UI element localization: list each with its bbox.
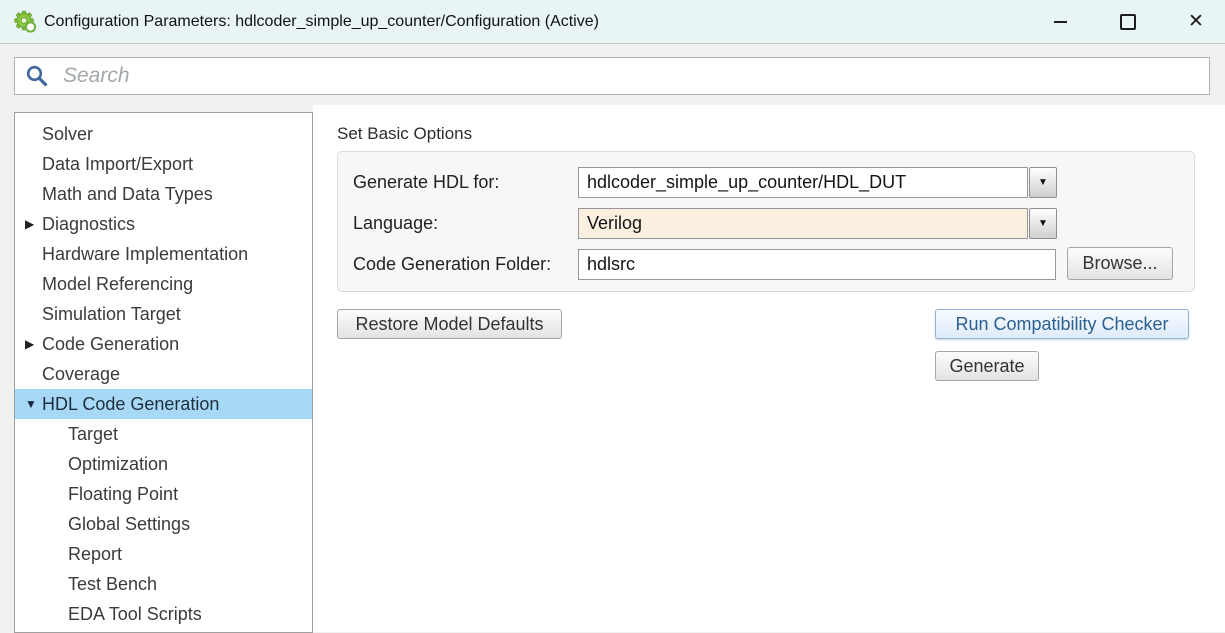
- category-tree: Solver Data Import/Export Math and Data …: [14, 112, 313, 633]
- sidebar-item-hdl-code-generation[interactable]: ▼ HDL Code Generation: [15, 389, 312, 419]
- code-generation-folder-input[interactable]: [578, 249, 1056, 280]
- sidebar-item-simulation-target[interactable]: Simulation Target: [15, 299, 312, 329]
- window-controls: ✕: [1015, 0, 1219, 43]
- configuration-gear-icon: [12, 9, 38, 35]
- generate-hdl-for-row: Generate HDL for: hdlcoder_simple_up_cou…: [338, 167, 1194, 198]
- code-generation-folder-row: Code Generation Folder: Browse...: [338, 249, 1194, 280]
- tree-collapsed-icon[interactable]: ▶: [25, 337, 42, 351]
- language-combobox[interactable]: Verilog: [578, 208, 1028, 239]
- page-title: Set Basic Options: [337, 124, 472, 144]
- sidebar-item-optimization[interactable]: Optimization: [15, 449, 312, 479]
- chevron-down-icon: ▼: [1038, 178, 1048, 188]
- title-bar: Configuration Parameters: hdlcoder_simpl…: [0, 0, 1225, 44]
- sidebar-item-global-settings[interactable]: Global Settings: [15, 509, 312, 539]
- generate-hdl-for-dropdown-button[interactable]: ▼: [1029, 167, 1057, 198]
- window-title: Configuration Parameters: hdlcoder_simpl…: [44, 0, 599, 43]
- sidebar-item-hardware-implementation[interactable]: Hardware Implementation: [15, 239, 312, 269]
- language-row: Language: Verilog ▼: [338, 208, 1194, 239]
- sidebar-item-model-referencing[interactable]: Model Referencing: [15, 269, 312, 299]
- sidebar-item-floating-point[interactable]: Floating Point: [15, 479, 312, 509]
- generate-hdl-for-combobox[interactable]: hdlcoder_simple_up_counter/HDL_DUT: [578, 167, 1028, 198]
- maximize-button[interactable]: [1105, 0, 1151, 43]
- basic-options-groupbox: Generate HDL for: hdlcoder_simple_up_cou…: [337, 151, 1195, 292]
- sidebar-item-solver[interactable]: Solver: [15, 119, 312, 149]
- close-icon: ✕: [1188, 12, 1204, 31]
- browse-button[interactable]: Browse...: [1067, 247, 1173, 280]
- sidebar-item-data-import-export[interactable]: Data Import/Export: [15, 149, 312, 179]
- generate-button[interactable]: Generate: [935, 351, 1039, 381]
- tree-collapsed-icon[interactable]: ▶: [25, 217, 42, 231]
- sidebar-item-test-bench[interactable]: Test Bench: [15, 569, 312, 599]
- search-input[interactable]: [14, 57, 1210, 95]
- search-bar: [14, 57, 1210, 95]
- code-generation-folder-label: Code Generation Folder:: [353, 249, 551, 280]
- generate-hdl-for-label: Generate HDL for:: [353, 167, 499, 198]
- maximize-icon: [1120, 14, 1136, 30]
- minimize-button[interactable]: [1037, 0, 1083, 43]
- run-compatibility-checker-button[interactable]: Run Compatibility Checker: [935, 309, 1189, 339]
- sidebar-item-report[interactable]: Report: [15, 539, 312, 569]
- sidebar-item-math-and-data-types[interactable]: Math and Data Types: [15, 179, 312, 209]
- close-button[interactable]: ✕: [1173, 0, 1219, 43]
- minimize-icon: [1054, 21, 1067, 23]
- sidebar-item-target[interactable]: Target: [15, 419, 312, 449]
- sidebar-item-eda-tool-scripts[interactable]: EDA Tool Scripts: [15, 599, 312, 629]
- restore-model-defaults-button[interactable]: Restore Model Defaults: [337, 309, 562, 339]
- language-dropdown-button[interactable]: ▼: [1029, 208, 1057, 239]
- sidebar-item-code-generation[interactable]: ▶ Code Generation: [15, 329, 312, 359]
- sidebar-item-diagnostics[interactable]: ▶ Diagnostics: [15, 209, 312, 239]
- language-label: Language:: [353, 208, 438, 239]
- chevron-down-icon: ▼: [1038, 219, 1048, 229]
- tree-expanded-icon[interactable]: ▼: [25, 397, 42, 411]
- sidebar-item-coverage[interactable]: Coverage: [15, 359, 312, 389]
